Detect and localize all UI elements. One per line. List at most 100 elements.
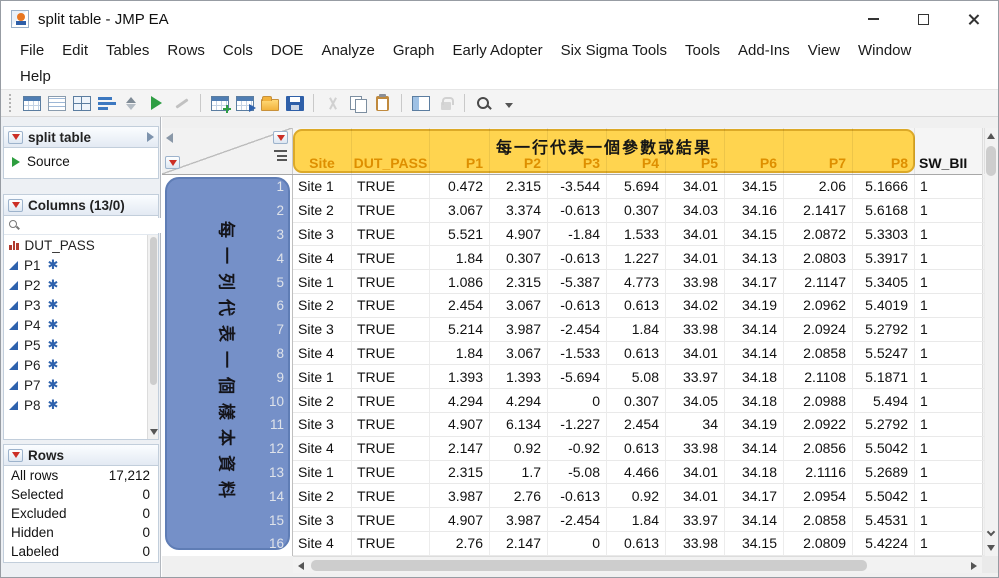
cell[interactable]: 5.5042 (853, 437, 915, 461)
rows-stat-all-rows[interactable]: All rows17,212 (4, 466, 158, 485)
cell[interactable]: 5.6168 (853, 199, 915, 223)
cell[interactable]: -5.387 (548, 270, 607, 294)
cell[interactable]: 5.2689 (853, 461, 915, 485)
cell[interactable]: 1 (915, 246, 985, 270)
cell[interactable]: Site 3 (293, 318, 352, 342)
cell[interactable]: TRUE (352, 342, 430, 366)
menu-item-graph[interactable]: Graph (384, 42, 444, 59)
cell[interactable]: 1.393 (490, 365, 548, 389)
new-data-table-button[interactable] (19, 91, 44, 115)
cell[interactable]: 3.987 (490, 318, 548, 342)
cell[interactable]: 1 (915, 318, 985, 342)
cell[interactable]: 1 (915, 294, 985, 318)
column-item-p6[interactable]: P6✱ (4, 355, 158, 375)
cell[interactable]: 2.454 (430, 294, 490, 318)
cell[interactable]: -0.613 (548, 246, 607, 270)
cell[interactable]: 2.1116 (784, 461, 853, 485)
cell[interactable]: 34.15 (725, 223, 784, 247)
cell[interactable]: 1 (915, 484, 985, 508)
cell[interactable]: 2.0803 (784, 246, 853, 270)
row-number[interactable]: 3 (162, 223, 293, 247)
open-button[interactable] (257, 91, 282, 115)
add-rows-button[interactable] (207, 91, 232, 115)
cell[interactable]: Site 3 (293, 413, 352, 437)
cell[interactable]: Site 3 (293, 223, 352, 247)
cell[interactable]: 2.0922 (784, 413, 853, 437)
cell[interactable]: -0.613 (548, 294, 607, 318)
cell[interactable]: 6.134 (490, 413, 548, 437)
cell[interactable]: Site 1 (293, 461, 352, 485)
columns-menu-button[interactable] (273, 131, 288, 144)
column-item-p3[interactable]: P3✱ (4, 295, 158, 315)
columns-filter-input[interactable] (12, 218, 167, 233)
columns-scroll-thumb[interactable] (150, 237, 157, 385)
cell[interactable]: TRUE (352, 246, 430, 270)
cell[interactable]: 1.84 (607, 318, 666, 342)
cell[interactable]: 2.0858 (784, 508, 853, 532)
horizontal-scroll-thumb[interactable] (311, 560, 867, 571)
save-button[interactable] (282, 91, 307, 115)
scroll-left-icon[interactable] (298, 562, 304, 570)
cell[interactable]: 5.2792 (853, 413, 915, 437)
cell[interactable]: 0.92 (490, 437, 548, 461)
cut-button[interactable] (320, 91, 345, 115)
cell[interactable]: 33.97 (666, 365, 725, 389)
rows-red-triangle-button[interactable] (8, 449, 23, 462)
cell[interactable]: 4.466 (607, 461, 666, 485)
columns-scroll-down-icon[interactable] (150, 429, 158, 435)
cell[interactable]: 2.1108 (784, 365, 853, 389)
cell[interactable]: -5.694 (548, 365, 607, 389)
move-rows-button[interactable] (232, 91, 257, 115)
cell[interactable]: 34.16 (725, 199, 784, 223)
paste-button[interactable] (370, 91, 395, 115)
cell[interactable]: Site 2 (293, 389, 352, 413)
cell[interactable]: 34.19 (725, 294, 784, 318)
cell[interactable]: 34.14 (725, 437, 784, 461)
cell[interactable]: 0.307 (607, 389, 666, 413)
cell[interactable]: 34.18 (725, 461, 784, 485)
copy-button[interactable] (345, 91, 370, 115)
cell[interactable]: 3.067 (490, 342, 548, 366)
menu-item-analyze[interactable]: Analyze (312, 42, 383, 59)
cell[interactable]: 4.294 (490, 389, 548, 413)
source-script-item[interactable]: Source (4, 148, 158, 175)
menu-item-six-sigma-tools[interactable]: Six Sigma Tools (552, 42, 676, 59)
cell[interactable]: -3.544 (548, 175, 607, 199)
cell[interactable]: TRUE (352, 223, 430, 247)
red-triangle-menu-button[interactable] (8, 131, 23, 144)
column-header-dut-pass[interactable]: DUT_PASS (352, 128, 430, 174)
cell[interactable]: 1 (915, 342, 985, 366)
row-number[interactable]: 1 (162, 175, 293, 199)
cell[interactable]: 1.393 (430, 365, 490, 389)
cell[interactable]: 3.987 (430, 484, 490, 508)
cell[interactable]: TRUE (352, 484, 430, 508)
cell[interactable]: 1.7 (490, 461, 548, 485)
cell[interactable]: 34.01 (666, 484, 725, 508)
column-header-p1[interactable]: P1 (430, 128, 490, 174)
cell[interactable]: 2.0924 (784, 318, 853, 342)
cell[interactable]: 34.01 (666, 175, 725, 199)
cell[interactable]: 1.84 (607, 508, 666, 532)
annotate-button[interactable] (169, 91, 194, 115)
column-item-p4[interactable]: P4✱ (4, 315, 158, 335)
cell[interactable]: -0.613 (548, 199, 607, 223)
cell[interactable]: TRUE (352, 532, 430, 556)
cell[interactable]: 34.17 (725, 270, 784, 294)
cell[interactable]: 34.14 (725, 508, 784, 532)
cell[interactable]: 1 (915, 389, 985, 413)
cell[interactable]: Site 2 (293, 199, 352, 223)
row-number[interactable]: 6 (162, 294, 293, 318)
cell[interactable]: 5.2792 (853, 318, 915, 342)
lock-button[interactable] (433, 91, 458, 115)
cell[interactable]: 5.4224 (853, 532, 915, 556)
cell[interactable]: 0.307 (607, 199, 666, 223)
row-number[interactable]: 8 (162, 342, 293, 366)
column-header-p4[interactable]: P4 (607, 128, 666, 174)
cell[interactable]: 0.613 (607, 437, 666, 461)
menu-item-edit[interactable]: Edit (53, 42, 97, 59)
cell[interactable]: Site 4 (293, 532, 352, 556)
cell[interactable]: 0 (548, 532, 607, 556)
cell[interactable]: 4.907 (430, 508, 490, 532)
close-button[interactable] (948, 1, 998, 37)
cell[interactable]: 1 (915, 508, 985, 532)
